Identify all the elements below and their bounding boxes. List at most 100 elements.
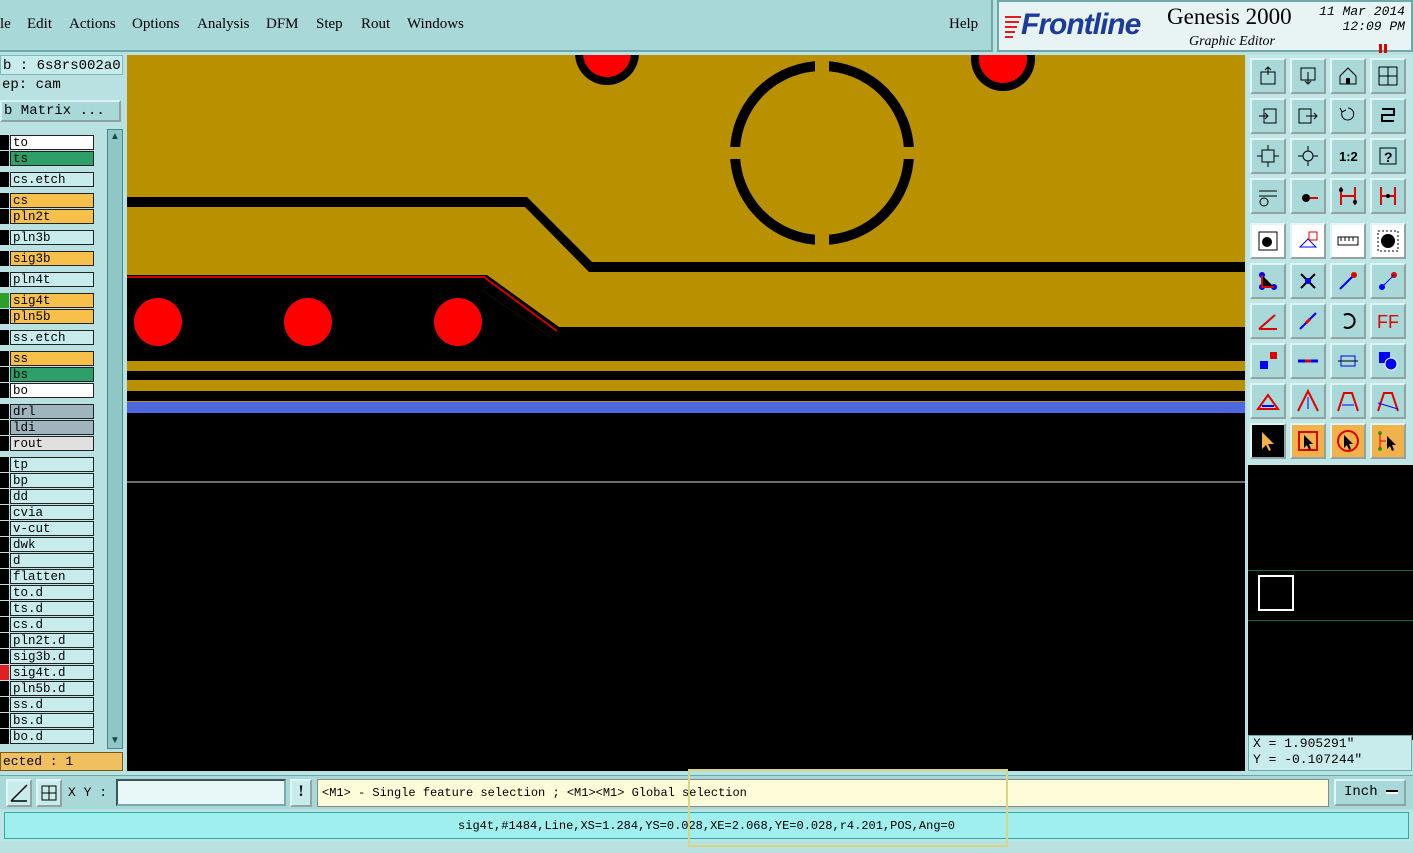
layer-name[interactable]: ldi [10, 420, 94, 435]
view-frame[interactable] [1258, 575, 1294, 611]
layer-name[interactable]: dwk [10, 537, 94, 552]
layer-name[interactable]: dd [10, 489, 94, 504]
layer-row-pln5b[interactable]: pln5b [0, 309, 96, 324]
layer-mark[interactable] [0, 697, 9, 712]
menu-options[interactable]: Options [132, 16, 180, 33]
layer-row-sig3b-d[interactable]: sig3b.d [0, 649, 96, 664]
layer-mark[interactable] [0, 230, 9, 245]
menu-analysis[interactable]: Analysis [197, 16, 250, 33]
layer-mark[interactable] [0, 585, 9, 600]
layer-row-to[interactable]: to [0, 135, 96, 150]
connect-button[interactable] [1250, 263, 1286, 299]
matrix-button[interactable]: b Matrix ... [0, 100, 121, 122]
layer-mark[interactable] [0, 172, 9, 187]
layer-name[interactable]: ss [10, 351, 94, 366]
net-red-button[interactable] [1330, 178, 1366, 214]
window-button[interactable] [1370, 58, 1406, 94]
layer-mark[interactable] [0, 601, 9, 616]
layer-name[interactable]: bs [10, 367, 94, 382]
layer-name[interactable]: v-cut [10, 521, 94, 536]
layer-mark[interactable] [0, 330, 9, 345]
layer-mark[interactable] [0, 537, 9, 552]
menu-windows[interactable]: Windows [407, 16, 464, 33]
layer-row-ts[interactable]: ts [0, 151, 96, 166]
angle-button[interactable] [1250, 303, 1286, 339]
redo-button[interactable] [1370, 98, 1406, 134]
layer-row-d[interactable]: d [0, 553, 96, 568]
net-alt-button[interactable] [1370, 178, 1406, 214]
layer-row-tp[interactable]: tp [0, 457, 96, 472]
layer-mark[interactable] [0, 617, 9, 632]
xy-input[interactable] [116, 779, 286, 806]
select-pointer-button[interactable] [1250, 423, 1286, 459]
layer-name[interactable]: ts.d [10, 601, 94, 616]
menu-help[interactable]: Help [949, 16, 978, 33]
layer-name[interactable]: to [10, 135, 94, 150]
move-button[interactable] [1330, 263, 1366, 299]
snap-tool-button[interactable] [36, 779, 62, 807]
move-alt-button[interactable] [1370, 263, 1406, 299]
gap-button[interactable] [1330, 343, 1366, 379]
help-button[interactable]: ? [1370, 138, 1406, 174]
layer-name[interactable]: rout [10, 436, 94, 451]
zoom-fit-button[interactable] [1250, 138, 1286, 174]
layer-mark[interactable] [0, 436, 9, 451]
triangle-button[interactable] [1250, 383, 1286, 419]
layer-row-to-d[interactable]: to.d [0, 585, 96, 600]
layer-mark[interactable] [0, 729, 9, 744]
layer-mark[interactable] [0, 193, 9, 208]
layer-mark[interactable] [0, 649, 9, 664]
layer-mark[interactable] [0, 569, 9, 584]
layer-name[interactable]: sig4t [10, 293, 94, 308]
layer-mark[interactable] [0, 420, 9, 435]
layer-row-bo-d[interactable]: bo.d [0, 729, 96, 744]
layer-row-dd[interactable]: dd [0, 489, 96, 504]
layer-mark[interactable] [0, 713, 9, 728]
warning-button[interactable]: ! [290, 779, 312, 807]
layer-name[interactable]: pln3b [10, 230, 94, 245]
layer-row-drl[interactable]: drl [0, 404, 96, 419]
layer-row-bs-d[interactable]: bs.d [0, 713, 96, 728]
select-tree-button[interactable] [1370, 423, 1406, 459]
layer-mark[interactable] [0, 367, 9, 382]
pad-square-button[interactable] [1250, 343, 1286, 379]
layer-name[interactable]: bs.d [10, 713, 94, 728]
pcb-drawing[interactable] [127, 55, 1245, 771]
layer-mark[interactable] [0, 209, 9, 224]
layer-row-bs[interactable]: bs [0, 367, 96, 382]
layer-name[interactable]: bo.d [10, 729, 94, 744]
layer-name[interactable]: sig3b.d [10, 649, 94, 664]
measure-tool-button[interactable] [6, 779, 32, 807]
layer-row-bp[interactable]: bp [0, 473, 96, 488]
layer-row-pln5b-d[interactable]: pln5b.d [0, 681, 96, 696]
layer-name[interactable]: d [10, 553, 94, 568]
layer-mark[interactable] [0, 521, 9, 536]
layer-name[interactable]: cs.etch [10, 172, 94, 187]
layer-row-bo[interactable]: bo [0, 383, 96, 398]
layer-name[interactable]: sig3b [10, 251, 94, 266]
layer-name[interactable]: bo [10, 383, 94, 398]
layer-name[interactable]: flatten [10, 569, 94, 584]
menu-edit[interactable]: Edit [27, 16, 52, 33]
scroll-down-icon[interactable]: ▼ [108, 734, 122, 748]
layer-name[interactable]: cs.d [10, 617, 94, 632]
layer-row-pln3b[interactable]: pln3b [0, 230, 96, 245]
menu-actions[interactable]: Actions [69, 16, 116, 33]
layer-row-cs[interactable]: cs [0, 193, 96, 208]
cross-button[interactable] [1290, 263, 1326, 299]
layer-name[interactable]: pln2t [10, 209, 94, 224]
layer-name[interactable]: pln4t [10, 272, 94, 287]
layer-row-pln2t[interactable]: pln2t [0, 209, 96, 224]
layer-name[interactable]: ss.d [10, 697, 94, 712]
measure-probe-button[interactable] [1290, 178, 1326, 214]
home-button[interactable] [1330, 58, 1366, 94]
layer-row-dwk[interactable]: dwk [0, 537, 96, 552]
undo-button[interactable] [1330, 98, 1366, 134]
layer-row-sig4t[interactable]: sig4t [0, 293, 96, 308]
layer-mark[interactable] [0, 633, 9, 648]
layer-mark[interactable] [0, 505, 9, 520]
rotate-button[interactable] [1330, 303, 1366, 339]
menu-rout[interactable]: Rout [361, 16, 390, 33]
layer-mark[interactable] [0, 457, 9, 472]
layer-mark[interactable] [0, 404, 9, 419]
